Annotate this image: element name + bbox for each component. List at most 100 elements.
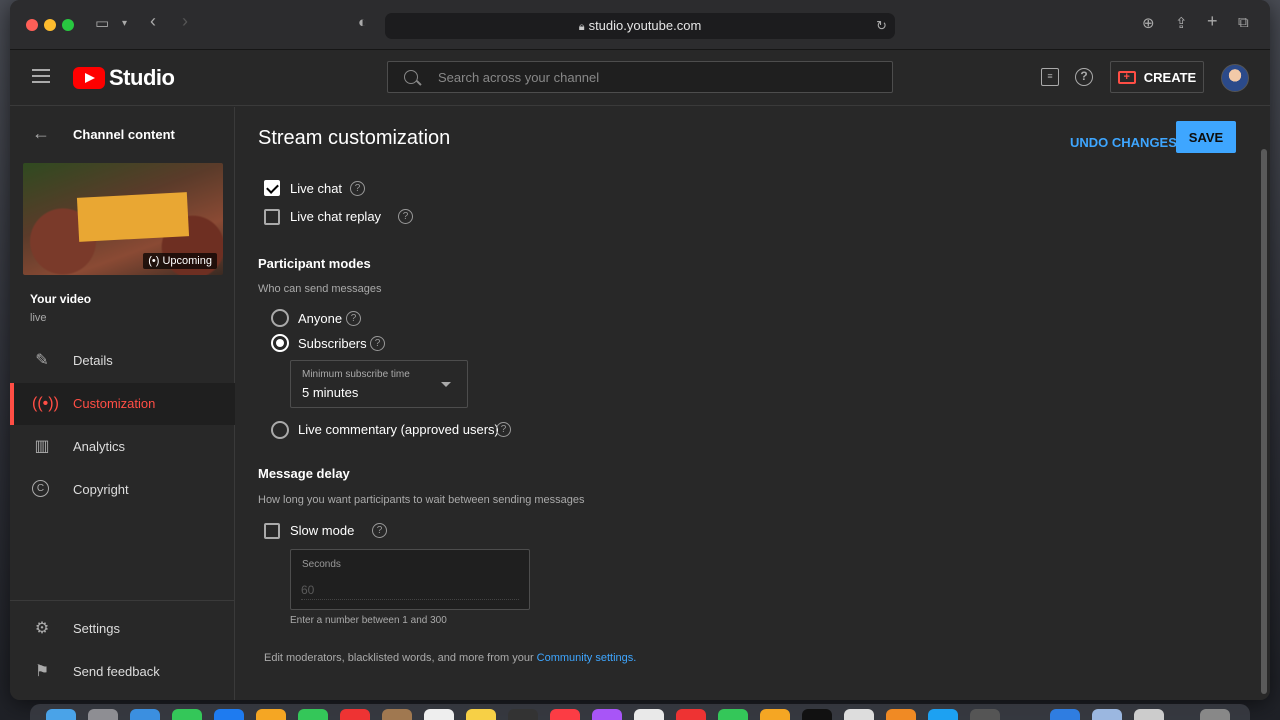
zoom-window-button[interactable] <box>62 19 74 31</box>
help-icon[interactable]: ? <box>370 336 385 351</box>
save-button[interactable]: SAVE <box>1176 121 1236 153</box>
forward-icon[interactable]: › <box>182 11 188 32</box>
search-box[interactable] <box>387 61 893 93</box>
dock-app-icon[interactable] <box>718 709 748 720</box>
reload-icon[interactable]: ↻ <box>876 13 887 39</box>
dock-app-icon[interactable] <box>172 709 202 720</box>
scrollbar[interactable] <box>1258 107 1270 700</box>
create-button[interactable]: + CREATE <box>1110 61 1204 93</box>
undo-changes-button[interactable]: UNDO CHANGES <box>1070 127 1177 157</box>
dock-app-icon[interactable] <box>1134 709 1164 720</box>
minimize-window-button[interactable] <box>44 19 56 31</box>
dock-app-icon[interactable] <box>340 709 370 720</box>
sidebar-item-label: Customization <box>73 396 156 411</box>
dock-app-icon[interactable] <box>214 709 244 720</box>
sidebar-item-copyright[interactable]: C Copyright <box>10 469 235 511</box>
help-icon[interactable]: ? <box>1075 68 1093 86</box>
dock-app-icon[interactable] <box>46 709 76 720</box>
sidebar-item-send-feedback[interactable]: ⚑ Send feedback <box>10 651 235 693</box>
dock-app-icon[interactable] <box>844 709 874 720</box>
sidebar-item-details[interactable]: ✎ Details <box>10 340 235 382</box>
scrollbar-thumb[interactable] <box>1261 149 1267 694</box>
video-title: Your video <box>30 292 92 306</box>
dock-app-icon[interactable] <box>256 709 286 720</box>
chevron-down-icon[interactable]: ▾ <box>122 18 127 29</box>
select-label: Minimum subscribe time <box>302 369 410 380</box>
community-settings-note: Edit moderators, blacklisted words, and … <box>264 652 636 664</box>
download-icon[interactable]: ⊕ <box>1142 14 1155 32</box>
dock-app-icon[interactable] <box>424 709 454 720</box>
live-chat-replay-checkbox[interactable] <box>264 209 280 225</box>
sidebar-item-customization[interactable]: ((•)) Customization <box>10 383 235 425</box>
sidebar-item-analytics[interactable]: ▥ Analytics <box>10 426 235 468</box>
dock-app-icon[interactable] <box>88 709 118 720</box>
slow-mode-checkbox[interactable] <box>264 523 280 539</box>
pencil-icon: ✎ <box>35 352 49 369</box>
arrow-left-icon: ← <box>32 123 50 143</box>
url-bar[interactable]: 🔒︎ studio.youtube.com ↻ <box>385 13 895 39</box>
share-icon[interactable]: ⇪ <box>1175 14 1188 32</box>
sidebar-item-label: Settings <box>73 621 120 636</box>
dock-app-icon[interactable] <box>634 709 664 720</box>
message-icon[interactable]: ≡ <box>1041 68 1059 86</box>
dock-app-icon[interactable] <box>970 709 1000 720</box>
radio-anyone[interactable] <box>271 309 289 327</box>
dock-app-icon[interactable] <box>1050 709 1080 720</box>
browser-window: ▭ ▾ ‹ › ◐ 🔒︎ studio.youtube.com ↻ ⊕ ⇪ + ⧉… <box>10 0 1270 700</box>
dock-app-icon[interactable] <box>508 709 538 720</box>
sidebar-item-settings[interactable]: ⚙ Settings <box>10 608 235 650</box>
live-chat-checkbox[interactable] <box>264 180 280 196</box>
dock-app-icon[interactable] <box>550 709 580 720</box>
help-icon[interactable]: ? <box>350 181 365 196</box>
seconds-hint: Enter a number between 1 and 300 <box>290 615 447 626</box>
avatar[interactable] <box>1221 64 1249 92</box>
dock-app-icon[interactable] <box>886 709 916 720</box>
studio-logo[interactable]: Studio <box>73 65 175 91</box>
close-window-button[interactable] <box>26 19 38 31</box>
radio-live-commentary[interactable] <box>271 421 289 439</box>
sidebar-item-label: Copyright <box>73 482 129 497</box>
back-icon[interactable]: ‹ <box>150 11 156 32</box>
live-chat-label: Live chat <box>290 181 343 196</box>
help-icon[interactable]: ? <box>398 209 413 224</box>
radio-subscribers[interactable] <box>271 334 289 352</box>
dock-app-icon[interactable] <box>466 709 496 720</box>
seconds-input[interactable] <box>301 580 519 600</box>
new-tab-icon[interactable]: + <box>1207 11 1218 32</box>
community-settings-link[interactable]: Community settings. <box>537 652 637 664</box>
tab-overview-icon[interactable]: ⧉ <box>1238 14 1249 31</box>
menu-icon[interactable] <box>32 69 50 83</box>
logo-text: Studio <box>109 65 175 90</box>
trash-icon[interactable] <box>1200 709 1230 720</box>
dock-app-icon[interactable] <box>130 709 160 720</box>
dock-app-icon[interactable] <box>1092 709 1122 720</box>
help-icon[interactable]: ? <box>346 311 361 326</box>
dock-app-icon[interactable] <box>298 709 328 720</box>
video-plus-icon: + <box>1117 70 1136 84</box>
feedback-icon: ⚑ <box>34 663 50 680</box>
dock-app-icon[interactable] <box>760 709 790 720</box>
browser-toolbar: ▭ ▾ ‹ › ◐ 🔒︎ studio.youtube.com ↻ ⊕ ⇪ + ⧉ <box>10 0 1270 50</box>
back-to-channel-content[interactable]: ← Channel content <box>10 107 235 161</box>
sidebar-toggle-icon[interactable]: ▭ <box>95 14 109 32</box>
search-input[interactable] <box>438 62 878 92</box>
status-badge: (•) Upcoming <box>143 253 217 269</box>
create-label: CREATE <box>1143 69 1197 85</box>
minimum-subscribe-time-select[interactable]: Minimum subscribe time 5 minutes <box>290 360 468 408</box>
video-thumbnail[interactable]: (•) Upcoming <box>23 163 223 275</box>
dock-app-icon[interactable] <box>592 709 622 720</box>
dock-app-icon[interactable] <box>802 709 832 720</box>
analytics-icon: ▥ <box>34 438 50 455</box>
dock-app-icon[interactable] <box>382 709 412 720</box>
dock-app-icon[interactable] <box>676 709 706 720</box>
help-icon[interactable]: ? <box>496 422 511 437</box>
seconds-field[interactable]: Seconds <box>290 549 530 610</box>
dock <box>30 704 1250 720</box>
help-icon[interactable]: ? <box>372 523 387 538</box>
dock-app-icon[interactable] <box>928 709 958 720</box>
seconds-label: Seconds <box>302 559 341 570</box>
sidebar: ← Channel content (•) Upcoming Your vide… <box>10 107 235 700</box>
live-chat-replay-label: Live chat replay <box>290 209 382 224</box>
shield-icon[interactable]: ◐ <box>358 14 367 31</box>
sidebar-item-label: Analytics <box>73 439 126 454</box>
